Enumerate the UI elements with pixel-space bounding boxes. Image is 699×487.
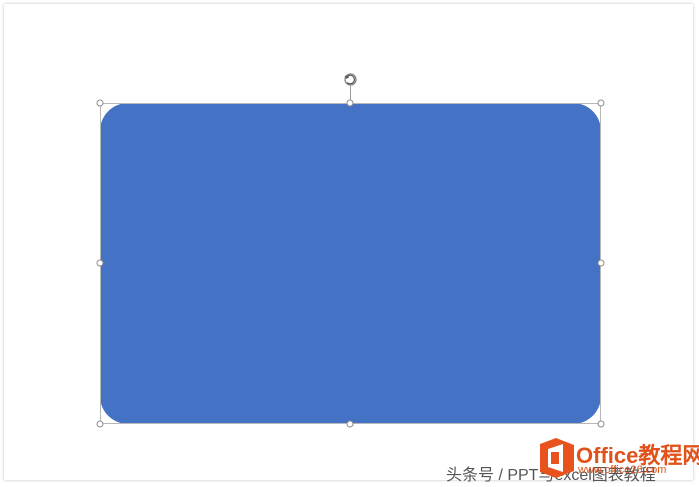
resize-handle-bottom-right[interactable] [597,420,605,428]
rounded-rectangle-shape[interactable] [100,103,601,424]
resize-handle-bottom-left[interactable] [96,420,104,428]
resize-handle-bottom-middle[interactable] [346,420,354,428]
slide[interactable] [4,4,693,480]
editor-canvas: 头条号 / PPT与excel图表教程 Office教程网 www.office… [0,0,699,487]
resize-handle-middle-right[interactable] [597,259,605,267]
watermark-url: www.office26.com [578,464,667,476]
resize-handle-top-left[interactable] [96,99,104,107]
resize-handle-top-middle[interactable] [346,99,354,107]
watermark: 头条号 / PPT与excel图表教程 Office教程网 www.office… [446,436,699,484]
office-logo-icon [540,438,574,478]
resize-handle-top-right[interactable] [597,99,605,107]
rotate-icon[interactable] [342,71,359,88]
resize-handle-middle-left[interactable] [96,259,104,267]
